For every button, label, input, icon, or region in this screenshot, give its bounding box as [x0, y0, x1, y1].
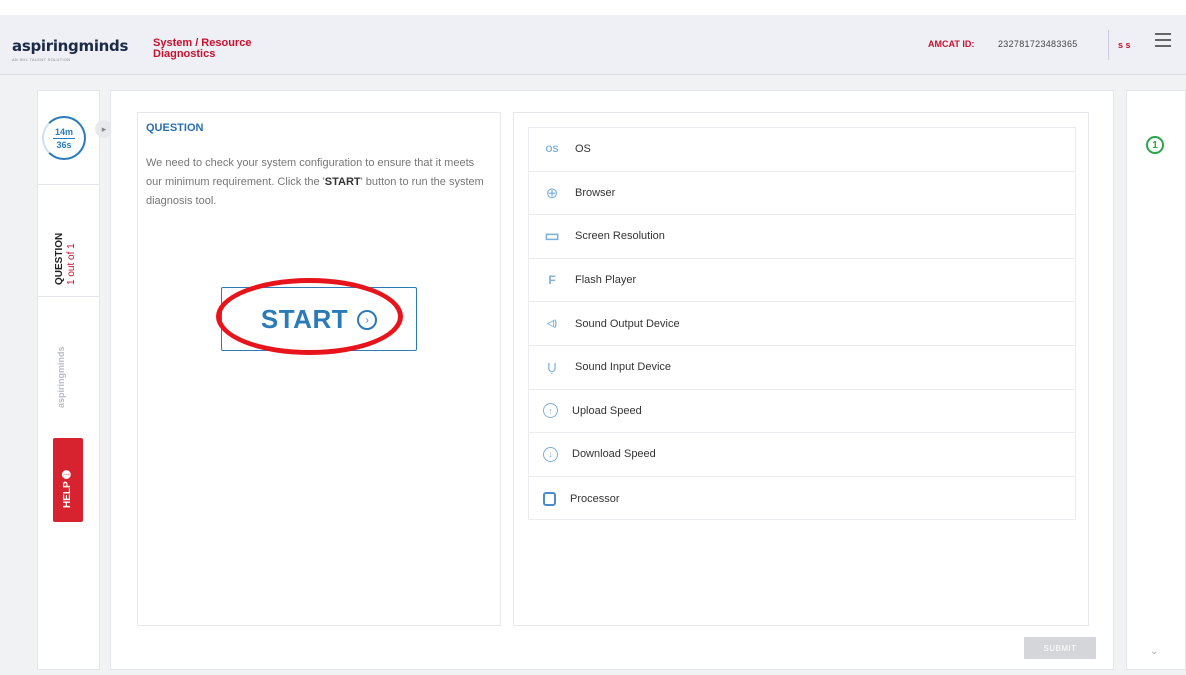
question-text: We need to check your system configurati…	[146, 157, 484, 207]
os-icon: OS	[545, 144, 559, 155]
logo-tagline: AN SHL TALENT SOLUTION	[12, 57, 71, 62]
globe-icon: ⊕	[545, 184, 559, 202]
help-button[interactable]: HELP ➊	[53, 438, 83, 522]
monitor-icon: ▭	[544, 228, 560, 246]
diagnostic-item-download-speed: ↓ Download Speed	[529, 433, 1075, 477]
speaker-icon: ◁)	[547, 318, 557, 329]
processor-icon	[543, 491, 556, 506]
start-label: START	[260, 303, 349, 334]
chevron-down-icon[interactable]: ⌄	[1150, 646, 1158, 657]
diagnostic-item-sound-output: ◁) Sound Output Device	[529, 302, 1075, 346]
timer-seconds: 36s	[56, 139, 72, 150]
right-sidebar	[1126, 90, 1186, 670]
flash-icon: F	[548, 273, 556, 288]
header-divider	[1108, 30, 1109, 60]
sidebar-divider	[38, 184, 99, 185]
aspiringminds-logo: aspiringminds AN SHL TALENT SOLUTION	[12, 37, 137, 67]
amcat-id-value: 232781723483365	[998, 39, 1078, 49]
question-progress-count: 1 out of 1	[66, 243, 77, 285]
upload-icon: ↑	[543, 403, 558, 419]
question-heading: QUESTION	[146, 122, 204, 134]
microphone-icon: Ụ	[547, 359, 557, 375]
diagnostic-item-screen-resolution: ▭ Screen Resolution	[529, 215, 1075, 259]
question-progress-label: QUESTION	[54, 232, 65, 285]
sidebar-logo: aspiringminds	[56, 346, 66, 408]
diagnostic-item-flash-player: F Flash Player	[529, 259, 1075, 303]
user-initials[interactable]: s s	[1118, 40, 1131, 50]
submit-button[interactable]: SUBMIT	[1024, 637, 1096, 659]
page-title: System / Resource Diagnostics	[153, 37, 252, 60]
diagnostic-item-processor: Processor	[529, 477, 1075, 521]
download-icon: ↓	[543, 446, 558, 462]
countdown-timer: 14m 36s	[42, 116, 86, 160]
diagnostic-item-sound-input: Ụ Sound Input Device	[529, 346, 1075, 390]
diagnostic-item-upload-speed: ↑ Upload Speed	[529, 390, 1075, 434]
amcat-id-label: AMCAT ID:	[928, 39, 975, 49]
start-button[interactable]: START ›	[221, 287, 417, 351]
question-progress: QUESTION 1 out of 1	[54, 205, 90, 285]
timer-minutes: 14m	[54, 126, 73, 137]
question-nav-item-1[interactable]: 1	[1146, 136, 1164, 154]
sidebar-divider	[38, 296, 99, 297]
help-label: HELP ➊	[62, 470, 73, 508]
diagnostics-list: OS OS ⊕ Browser ▭ Screen Resolution F Fl…	[528, 127, 1076, 520]
diagnostic-item-os: OS OS	[529, 128, 1075, 172]
diagnostic-item-browser: ⊕ Browser	[529, 172, 1075, 216]
chevron-right-circle-icon: ›	[357, 310, 378, 330]
hamburger-menu-icon[interactable]	[1155, 33, 1171, 47]
